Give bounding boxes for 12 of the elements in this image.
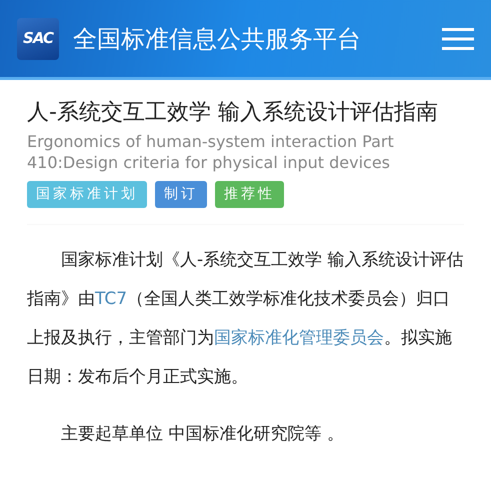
site-title: 全国标准信息公共服务平台 bbox=[73, 24, 361, 54]
english-title: Ergonomics of human-system interaction Part 410:Design criteria for physical input devices bbox=[27, 131, 395, 173]
link[interactable]: TC7 bbox=[95, 289, 128, 309]
standard-title: 人-系统交互工效学 输入系统设计评估指南 bbox=[27, 99, 439, 127]
link[interactable]: 国家标准化管理委员会 bbox=[214, 328, 384, 348]
logo: SAC bbox=[17, 18, 59, 60]
paragraph: 主要起草单位 中国标准化研究院等 。 bbox=[60, 423, 345, 446]
tag: 国家标准计划 bbox=[27, 181, 147, 208]
paragraph: 国家标准计划《人-系统交互工效学 输入系统设计评估指南》由TC7（全国人类工效学标准化技术委员会）归口上报及执行，主管部门为国家标准化管理委员会。拟实施日期：发布后个月正式实施。 bbox=[27, 249, 464, 389]
tag: 制订 bbox=[155, 181, 207, 208]
tag: 推荐性 bbox=[215, 181, 284, 208]
menu-icon[interactable] bbox=[442, 26, 474, 50]
